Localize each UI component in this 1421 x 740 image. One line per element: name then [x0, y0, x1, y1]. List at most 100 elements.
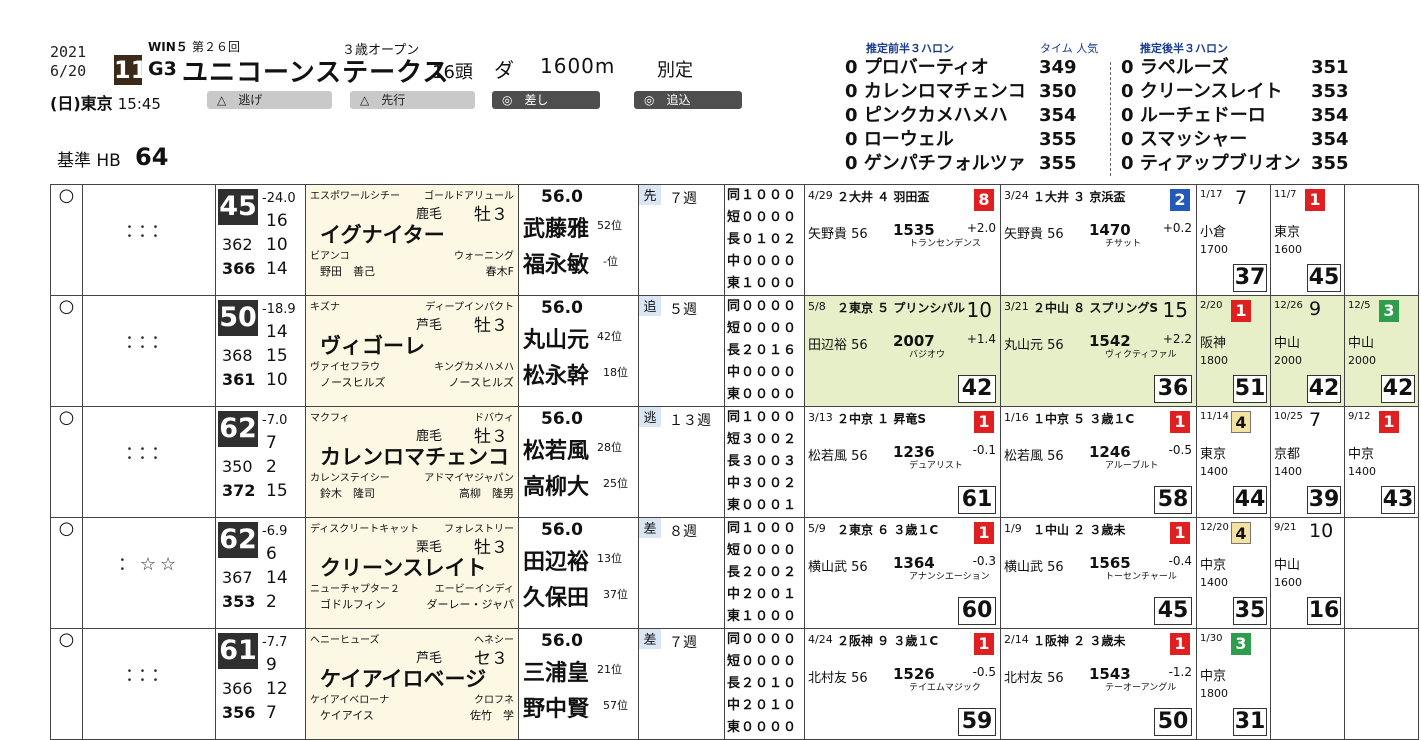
mini-race[interactable]: 12/5 3 中山 2000 42: [1344, 295, 1419, 407]
horse-name[interactable]: カレンロマチェンコ: [320, 441, 509, 471]
jockey-rank: 52位: [597, 219, 622, 232]
jockey-cell[interactable]: 56.0 田辺裕 13位 久保田 37位: [518, 517, 639, 629]
running-style: 差: [639, 518, 661, 538]
entry-mark[interactable]: ○: [50, 406, 83, 518]
trainer-rank: 25位: [603, 477, 628, 490]
horse-cell[interactable]: マクフィ ドバウィ 鹿毛 牡３ カレンロマチェンコ カレンステイシー アドマイヤ…: [305, 406, 519, 518]
horse-cell[interactable]: エスポワールシチー ゴールドアリュール 鹿毛 牡３ イグナイター ビアンコ ウォ…: [305, 184, 519, 296]
trainer-rank: 18位: [603, 366, 628, 379]
mini-race[interactable]: 11/14 4 東京 1400 44: [1196, 406, 1271, 518]
mini-race[interactable]: 2/20 1 阪神 1800 51: [1196, 295, 1271, 407]
past-race-diff: -1.2: [1168, 665, 1192, 679]
horse-cell[interactable]: ディスクリートキャット フォレストリー 栗毛 牡３ クリーンスレイト ニューチャ…: [305, 517, 519, 629]
trainer-name[interactable]: 野中賢: [523, 691, 589, 723]
sire: ディスクリートキャット: [310, 524, 420, 535]
past-race[interactable]: 1/9 １中山 ２ ３歳未 1 横山武 56 1565 -0.4 トーセンチャー…: [1000, 517, 1197, 629]
mini-race-dist: 1400: [1348, 465, 1376, 478]
trainer-name[interactable]: 高柳大: [523, 469, 589, 501]
record-line: 同１０００: [727, 521, 798, 536]
entry-row[interactable]: ○ ：：： 50 -18.9 14 368 15 361 10 キズナ ディープ…: [50, 295, 1419, 407]
horse-cell[interactable]: キズナ ディープインパクト 芦毛 牡３ ヴィゴーレ ヴァイセフラウ キングカメハ…: [305, 295, 519, 407]
mini-race[interactable]: 12/20 4 中京 1400 35: [1196, 517, 1271, 629]
past-race-date: 2/14: [1004, 633, 1029, 646]
entry-score: 45: [218, 189, 258, 225]
trainer-name[interactable]: 福永敏: [523, 247, 589, 279]
entry-mark[interactable]: ○: [50, 517, 83, 629]
jockey-rank: 42位: [597, 330, 622, 343]
trainer-name[interactable]: 久保田: [523, 580, 589, 612]
entry-row[interactable]: ○ ：：： 61 -7.7 9 366 12 356 7 ヘニーヒューズ ヘネシ…: [50, 628, 1419, 740]
past-race[interactable]: 5/8 ２東京 ５ プリンシパル 10 田辺裕 56 2007 +1.4 バジオ…: [804, 295, 1001, 407]
past-race[interactable]: 3/13 ２中京 １ 昇竜S 1 松若風 56 1236 -0.1 デュアリスト…: [804, 406, 1001, 518]
horse-name[interactable]: ヴィゴーレ: [320, 330, 425, 360]
jockey-cell[interactable]: 56.0 三浦皇 21位 野中賢 57位: [518, 628, 639, 740]
jockey-cell[interactable]: 56.0 武藤雅 52位 福永敏 -位: [518, 184, 639, 296]
entry-row[interactable]: ○ ：：： 62 -7.0 7 350 2 372 15 マクフィ ドバウィ 鹿…: [50, 406, 1419, 518]
jockey-cell[interactable]: 56.0 松若風 28位 高柳大 25位: [518, 406, 639, 518]
jockey-name[interactable]: 武藤雅: [523, 211, 589, 243]
front-3f-time: 355: [1039, 129, 1077, 150]
horse-name[interactable]: イグナイター: [320, 219, 445, 249]
past-race[interactable]: 4/29 ２大井 ４ 羽田盃 8 矢野貴 56 1535 +2.0 トランセンデ…: [804, 184, 1001, 296]
mini-race-rank: 7: [1235, 187, 1248, 209]
dam2: エービーインディ: [434, 584, 514, 595]
entry-row[interactable]: ○ ：：： 45 -24.0 16 362 10 366 14 エスポワールシチ…: [50, 184, 1419, 296]
jockey-name[interactable]: 三浦皇: [523, 655, 589, 687]
front-3f-time: 354: [1039, 105, 1077, 126]
weight: 56.0: [541, 631, 583, 651]
mini-race[interactable]: 9/21 10 中山 1600 16: [1270, 517, 1345, 629]
mini-race[interactable]: 1/17 7 小倉 1700 37: [1196, 184, 1271, 296]
rear-3f-row: 0 ティアップブリオン: [1121, 153, 1301, 174]
jockey-cell[interactable]: 56.0 丸山元 42位 松永幹 18位: [518, 295, 639, 407]
mini-race-venue: 阪神: [1200, 336, 1227, 351]
entry-mark[interactable]: ○: [50, 295, 83, 407]
rear-3f-time: 354: [1311, 129, 1349, 150]
sire: マクフィ: [310, 413, 350, 424]
mini-race-index: 44: [1233, 486, 1267, 514]
mini-race-venue: 中京: [1348, 447, 1375, 462]
entry-c: 15: [266, 346, 288, 366]
mini-race-dist: 1600: [1274, 576, 1302, 589]
mini-race-empty: [1344, 628, 1419, 740]
past-race[interactable]: 3/24 １大井 ３ 京浜盃 2 矢野貴 56 1470 +0.2 チサット: [1000, 184, 1197, 296]
mini-race-index: 45: [1307, 264, 1341, 292]
record-line: 東０００１: [727, 498, 798, 513]
past-race[interactable]: 2/14 １阪神 ２ ３歳未 1 北村友 56 1543 -1.2 テーオーアン…: [1000, 628, 1197, 740]
mini-race[interactable]: 9/12 1 中京 1400 43: [1344, 406, 1419, 518]
mini-race-dist: 1600: [1274, 243, 1302, 256]
past-race[interactable]: 5/9 ２東京 ６ ３歳１C 1 横山武 56 1364 -0.3 アナンシエー…: [804, 517, 1001, 629]
mini-race-dist: 1700: [1200, 243, 1228, 256]
rest-weeks: １３週: [669, 413, 711, 429]
horse-name[interactable]: ケイアイロベージ: [320, 663, 486, 693]
mini-race[interactable]: 12/26 9 中山 2000 42: [1270, 295, 1345, 407]
mini-race-index: 35: [1233, 597, 1267, 625]
past-race-rank: 1: [974, 411, 994, 433]
front-3f-row: 0 プロバーティオ: [845, 57, 989, 78]
mini-race-rank: 9: [1309, 298, 1322, 320]
entry-row[interactable]: ○ ：☆☆ 62 -6.9 6 367 14 353 2 ディスクリートキャット…: [50, 517, 1419, 629]
past-race[interactable]: 1/16 １中京 ５ ３歳１C 1 松若風 56 1246 -0.5 アルーブル…: [1000, 406, 1197, 518]
trainer-rank: 57位: [603, 699, 628, 712]
jockey-name[interactable]: 松若風: [523, 433, 589, 465]
training-cell: 差 ７週: [638, 628, 725, 740]
record-line: 短００００: [727, 321, 798, 336]
mini-race[interactable]: 11/7 1 東京 1600 45: [1270, 184, 1345, 296]
mini-race[interactable]: 10/25 7 京都 1400 39: [1270, 406, 1345, 518]
past-race[interactable]: 3/21 ２中山 ８ スプリングS 15 丸山元 56 1542 +2.2 ヴィ…: [1000, 295, 1197, 407]
race-grade: G3: [148, 58, 177, 80]
sire: ヘニーヒューズ: [310, 635, 380, 646]
entry-score: 61: [218, 633, 258, 669]
jockey-name[interactable]: 丸山元: [523, 322, 589, 354]
past-race[interactable]: 4/24 ２阪神 ９ ３歳１C 1 北村友 56 1526 -0.5 テイエムマ…: [804, 628, 1001, 740]
horse-name[interactable]: クリーンスレイト: [320, 552, 487, 582]
horse-cell[interactable]: ヘニーヒューズ ヘネシー 芦毛 セ３ ケイアイロベージ ケイアイベローナ クロフ…: [305, 628, 519, 740]
dam2: キングカメハメハ: [434, 362, 514, 373]
mini-race[interactable]: 1/30 3 中京 1800 31: [1196, 628, 1271, 740]
entry-mark[interactable]: ○: [50, 628, 83, 740]
jockey-name[interactable]: 田辺裕: [523, 544, 589, 576]
past-race-title: ２大井 ４ 羽田盃: [837, 190, 930, 204]
entry-a: 16: [266, 211, 288, 231]
trainer-name[interactable]: 松永幹: [523, 358, 589, 390]
entry-mark[interactable]: ○: [50, 184, 83, 296]
mini-race-venue: 中京: [1200, 558, 1227, 573]
